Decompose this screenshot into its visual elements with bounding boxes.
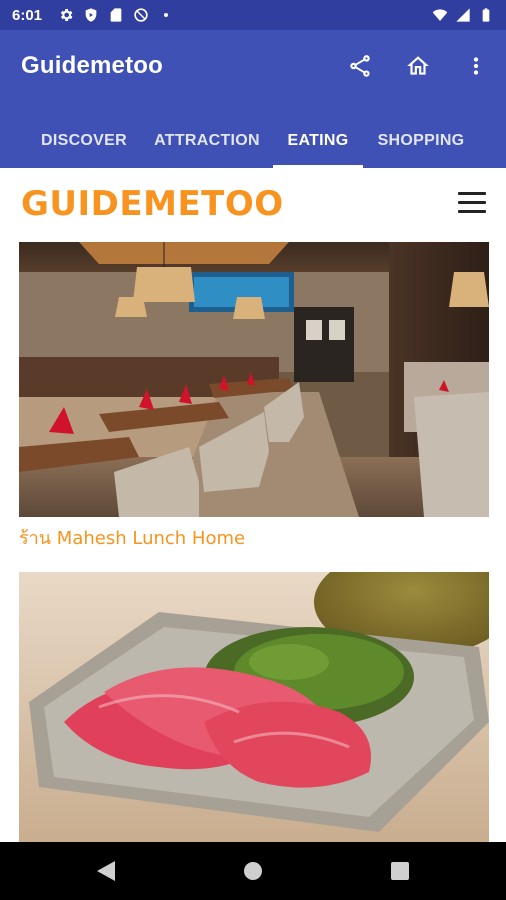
recents-button[interactable] — [370, 842, 430, 900]
card-image[interactable] — [19, 242, 489, 517]
content-list: ร้าน Mahesh Lunch Home — [0, 242, 506, 842]
list-item[interactable]: ร้าน Mahesh Lunch Home — [19, 242, 489, 552]
card-title[interactable]: ร้าน Mahesh Lunch Home — [19, 523, 489, 552]
share-button[interactable] — [342, 48, 378, 84]
more-options-button[interactable] — [458, 48, 494, 84]
app-bar: Guidemetoo DISCOVER ATTRACTION EATING SH… — [0, 30, 506, 168]
share-icon — [347, 53, 373, 79]
home-button[interactable] — [400, 48, 436, 84]
wifi-icon — [432, 7, 448, 23]
tab-eating[interactable]: EATING — [273, 114, 363, 168]
dot-icon — [158, 7, 174, 23]
restaurant-interior-image — [19, 242, 489, 517]
signal-icon — [455, 7, 471, 23]
back-icon — [97, 861, 115, 881]
no-disturb-icon — [133, 7, 149, 23]
beef-dish-image — [19, 572, 489, 842]
more-vert-icon — [463, 53, 489, 79]
status-time: 6:01 — [12, 6, 43, 24]
status-system-icons — [432, 0, 494, 30]
system-nav-bar — [0, 842, 506, 900]
tab-discover[interactable]: DISCOVER — [30, 114, 138, 168]
tab-shopping[interactable]: SHOPPING — [371, 114, 471, 168]
site-logo: GUIDEMETOO — [21, 184, 284, 224]
status-notification-icons — [58, 7, 174, 23]
site-header: GUIDEMETOO — [0, 168, 506, 242]
app-actions — [342, 48, 494, 84]
recents-icon — [391, 862, 409, 880]
card-image[interactable] — [19, 572, 489, 842]
gear-icon — [58, 7, 74, 23]
status-bar: 6:01 — [0, 0, 506, 30]
home-nav-button[interactable] — [223, 842, 283, 900]
category-tabs: DISCOVER ATTRACTION EATING SHOPPING — [0, 114, 506, 168]
hamburger-icon[interactable] — [458, 192, 486, 214]
shield-icon — [83, 7, 99, 23]
sd-card-icon — [108, 7, 124, 23]
list-item[interactable] — [19, 572, 489, 842]
tab-attraction[interactable]: ATTRACTION — [147, 114, 267, 168]
home-icon — [405, 53, 431, 79]
battery-icon — [478, 7, 494, 23]
back-button[interactable] — [76, 842, 136, 900]
app-title: Guidemetoo — [21, 52, 164, 79]
home-circle-icon — [243, 861, 263, 881]
